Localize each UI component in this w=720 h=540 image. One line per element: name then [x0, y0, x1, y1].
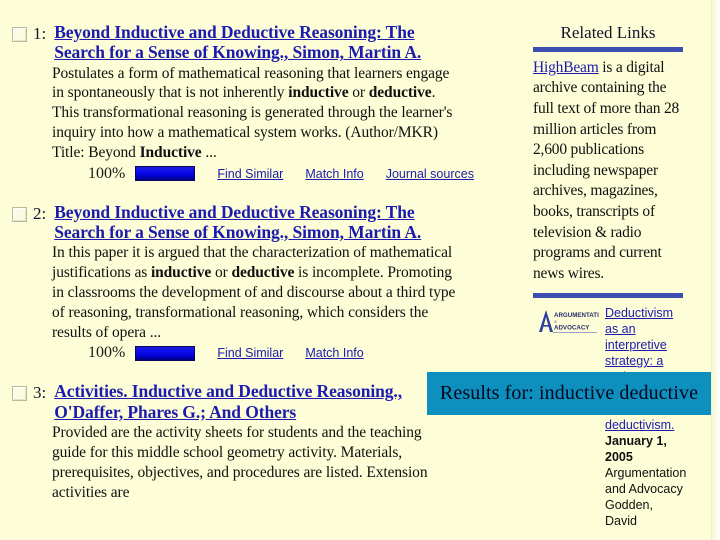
result-item-1: 1: Beyond Inductive and Deductive Reason…: [0, 22, 474, 187]
relevance-bar-1: [135, 166, 196, 182]
result-number-3: 3:: [33, 383, 47, 403]
result-title-link-1[interactable]: Beyond Inductive and Deductive Reasoning…: [54, 22, 454, 63]
svg-text:&: &: [554, 319, 557, 324]
snippet-keyword: Inductive: [139, 143, 202, 161]
result-meta-row-2: 100% Find Similar Match Info: [88, 344, 470, 362]
result-meta-row-1: 100% Find Similar Match Info Journal sou…: [88, 164, 474, 183]
sidebar-divider-bottom: [533, 293, 683, 299]
result-snippet-1: Postulates a form of mathematical reason…: [52, 64, 457, 163]
result-header: 2: Beyond Inductive and Deductive Reason…: [0, 202, 470, 243]
related-links-sidebar: Related Links HighBeam is a digital arch…: [533, 23, 687, 529]
results-for-banner-text: Results for: inductive deductive: [439, 382, 699, 404]
promo-article-source: Argumentation and Advocacy: [605, 466, 687, 497]
result-select-checkbox-3[interactable]: [12, 386, 27, 402]
sidebar-divider-top: [533, 46, 683, 52]
result-select-checkbox-2[interactable]: [12, 206, 27, 222]
page-right-edge: [711, 0, 720, 540]
result-title-link-2[interactable]: Beyond Inductive and Deductive Reasoning…: [54, 202, 454, 243]
results-for-banner: Results for: inductive deductive: [427, 372, 711, 415]
find-similar-link-2[interactable]: Find Similar: [217, 346, 283, 360]
snippet-text: ...: [201, 143, 217, 161]
promo-article-date: January 1, 2005: [605, 434, 667, 465]
snippet-keyword: deductive: [231, 264, 295, 282]
result-header: 1: Beyond Inductive and Deductive Reason…: [0, 22, 470, 63]
result-number-2: 2:: [33, 203, 47, 223]
match-info-link-1[interactable]: Match Info: [305, 167, 363, 181]
results-list: 1: Beyond Inductive and Deductive Reason…: [0, 22, 474, 506]
snippet-keyword: deductive: [368, 84, 432, 102]
match-info-link-2[interactable]: Match Info: [305, 346, 363, 360]
highbeam-description: HighBeam is a digital archive containing…: [533, 58, 683, 285]
result-item-3: 3: Activities. Inductive and Deductive R…: [0, 381, 470, 506]
snippet-text: or: [211, 264, 232, 282]
result-select-checkbox-1[interactable]: [12, 27, 27, 42]
svg-text:ARGUMENTATION: ARGUMENTATION: [554, 312, 599, 319]
highbeam-link[interactable]: HighBeam: [533, 59, 599, 76]
result-snippet-2: In this paper it is argued that the char…: [52, 243, 457, 342]
result-number-1: 1:: [33, 24, 47, 43]
relevance-bar-2: [135, 345, 196, 361]
snippet-keyword: inductive: [150, 264, 212, 282]
result-title-link-3[interactable]: Activities. Inductive and Deductive Reas…: [54, 381, 454, 422]
snippet-keyword: inductive: [288, 84, 349, 102]
result-snippet-3: Provided are the activity sheets for stu…: [52, 424, 428, 501]
sidebar-title: Related Links: [560, 23, 656, 42]
relevance-percent-1: 100%: [88, 164, 126, 182]
find-similar-link-1[interactable]: Find Similar: [217, 167, 283, 181]
result-item-2: 2: Beyond Inductive and Deductive Reason…: [0, 202, 470, 367]
highbeam-description-text: is a digital archive containing the full…: [533, 58, 680, 282]
snippet-text: or: [348, 84, 369, 102]
svg-text:ADVOCACY: ADVOCACY: [554, 325, 590, 332]
argumentation-advocacy-logo-icon: ARGUMENTATION & ADVOCACY: [533, 307, 599, 338]
journal-sources-link-1[interactable]: Journal sources: [386, 167, 474, 181]
promo-article-author: Godden, David: [605, 498, 653, 529]
result-header: 3: Activities. Inductive and Deductive R…: [0, 381, 470, 422]
search-results-page: 1: Beyond Inductive and Deductive Reason…: [0, 0, 720, 540]
relevance-percent-2: 100%: [88, 344, 126, 362]
